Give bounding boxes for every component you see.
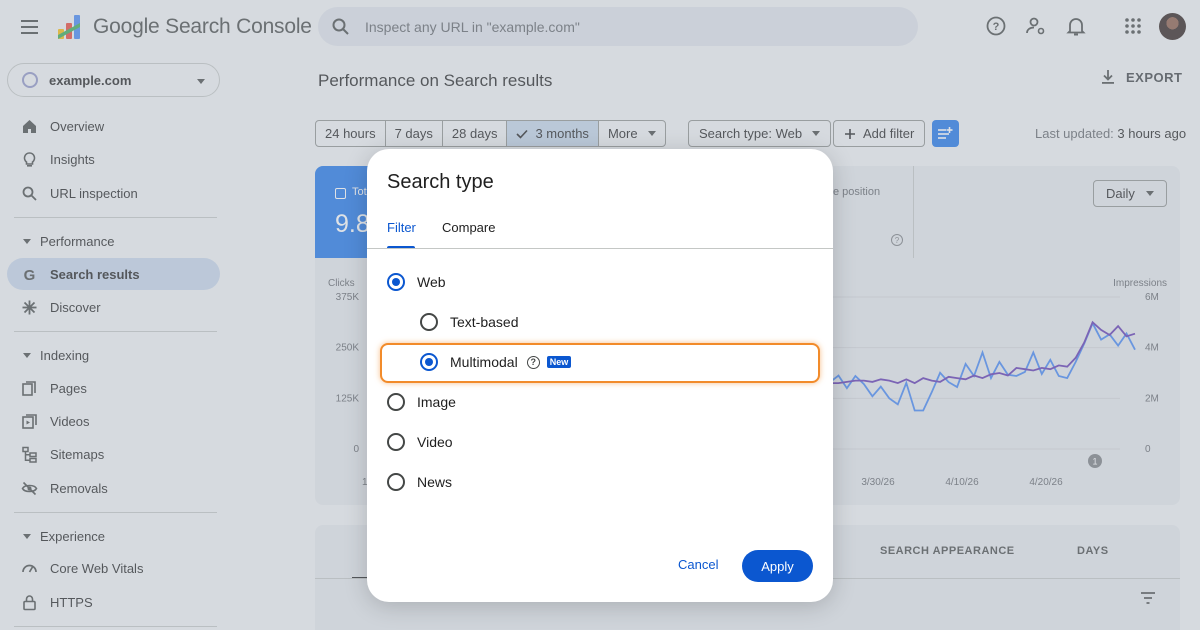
option-label: Web: [417, 274, 446, 290]
tab-compare[interactable]: Compare: [442, 220, 495, 235]
option-news[interactable]: News: [387, 470, 452, 494]
option-label: Text-based: [450, 314, 519, 330]
tab-filter[interactable]: Filter: [387, 220, 416, 235]
option-label: Video: [417, 434, 453, 450]
dialog-title: Search type: [387, 171, 494, 193]
radio-button[interactable]: [387, 393, 405, 411]
dialog-divider: [367, 248, 833, 249]
radio-button[interactable]: [387, 273, 405, 291]
option-image[interactable]: Image: [387, 390, 456, 414]
option-label: Multimodal: [450, 354, 518, 370]
option-video[interactable]: Video: [387, 430, 453, 454]
help-icon[interactable]: ?: [526, 355, 540, 369]
option-multimodal[interactable]: Multimodal ? New: [420, 350, 572, 374]
option-label: Image: [417, 394, 456, 410]
option-label: News: [417, 474, 453, 490]
cancel-button[interactable]: Cancel: [678, 557, 718, 572]
radio-button[interactable]: [387, 473, 405, 491]
option-text-based[interactable]: Text-based: [420, 310, 518, 334]
option-web[interactable]: Web: [387, 270, 446, 294]
search-type-dialog: Search type Filter Compare Web Text-base…: [367, 149, 833, 602]
radio-button[interactable]: [420, 313, 438, 331]
new-badge: New: [546, 356, 572, 368]
radio-button[interactable]: [387, 433, 405, 451]
apply-button[interactable]: Apply: [742, 550, 813, 582]
radio-button[interactable]: [420, 353, 438, 371]
